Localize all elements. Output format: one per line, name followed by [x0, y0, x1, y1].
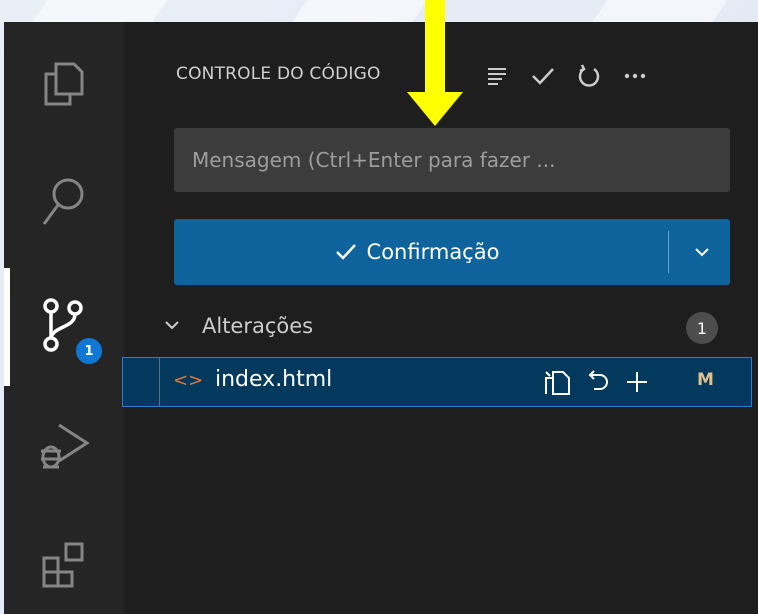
- commit-check-icon[interactable]: [530, 63, 556, 89]
- file-actions: [543, 366, 651, 398]
- background-stripe: [32, 0, 168, 22]
- chevron-down-icon: [694, 247, 710, 257]
- file-status-badge: M: [697, 370, 714, 390]
- tree-indent-guide: [159, 358, 160, 406]
- panel-actions: [484, 56, 648, 96]
- commit-message-input[interactable]: [174, 128, 730, 192]
- changed-file-row[interactable]: <> index.html M: [122, 357, 752, 407]
- activity-search[interactable]: [4, 154, 124, 250]
- commit-button-label: Confirmação: [366, 240, 500, 264]
- panel-title: CONTROLE DO CÓDIGO: [176, 64, 381, 84]
- activity-explorer[interactable]: [4, 36, 124, 132]
- chevron-down-icon: [164, 320, 180, 330]
- extensions-icon: [40, 540, 88, 588]
- html-code-icon: <>: [173, 370, 204, 391]
- open-file-icon[interactable]: [543, 368, 571, 396]
- refresh-icon[interactable]: [576, 63, 602, 89]
- changes-section-header[interactable]: Alterações 1: [154, 306, 738, 350]
- commit-button[interactable]: Confirmação: [174, 219, 660, 285]
- activity-source-control[interactable]: [4, 278, 124, 374]
- stage-changes-icon[interactable]: [623, 368, 651, 396]
- file-name: index.html: [215, 367, 333, 392]
- files-icon: [42, 60, 86, 108]
- activity-run-debug[interactable]: [4, 398, 124, 494]
- commit-dropdown-button[interactable]: [674, 219, 730, 285]
- source-control-badge: 1: [74, 336, 104, 366]
- annotation-arrow-icon: [405, 0, 465, 128]
- run-debug-icon: [37, 419, 91, 473]
- view-as-list-icon[interactable]: [484, 63, 510, 89]
- vscode-window: 1 CONTROLE DO CÓDIGO Mensagem (Ctrl+Ente…: [4, 22, 758, 614]
- discard-changes-icon[interactable]: [583, 368, 611, 396]
- more-actions-icon[interactable]: [622, 63, 648, 89]
- background-stripe: [592, 0, 728, 22]
- commit-button-group: Confirmação: [174, 219, 730, 285]
- activity-bar: 1: [4, 22, 124, 614]
- changes-count-badge: 1: [686, 312, 718, 344]
- changes-label: Alterações: [202, 314, 314, 338]
- button-separator: [668, 231, 669, 273]
- check-icon: [335, 243, 357, 261]
- search-icon: [40, 176, 88, 228]
- activity-extensions[interactable]: [4, 516, 124, 612]
